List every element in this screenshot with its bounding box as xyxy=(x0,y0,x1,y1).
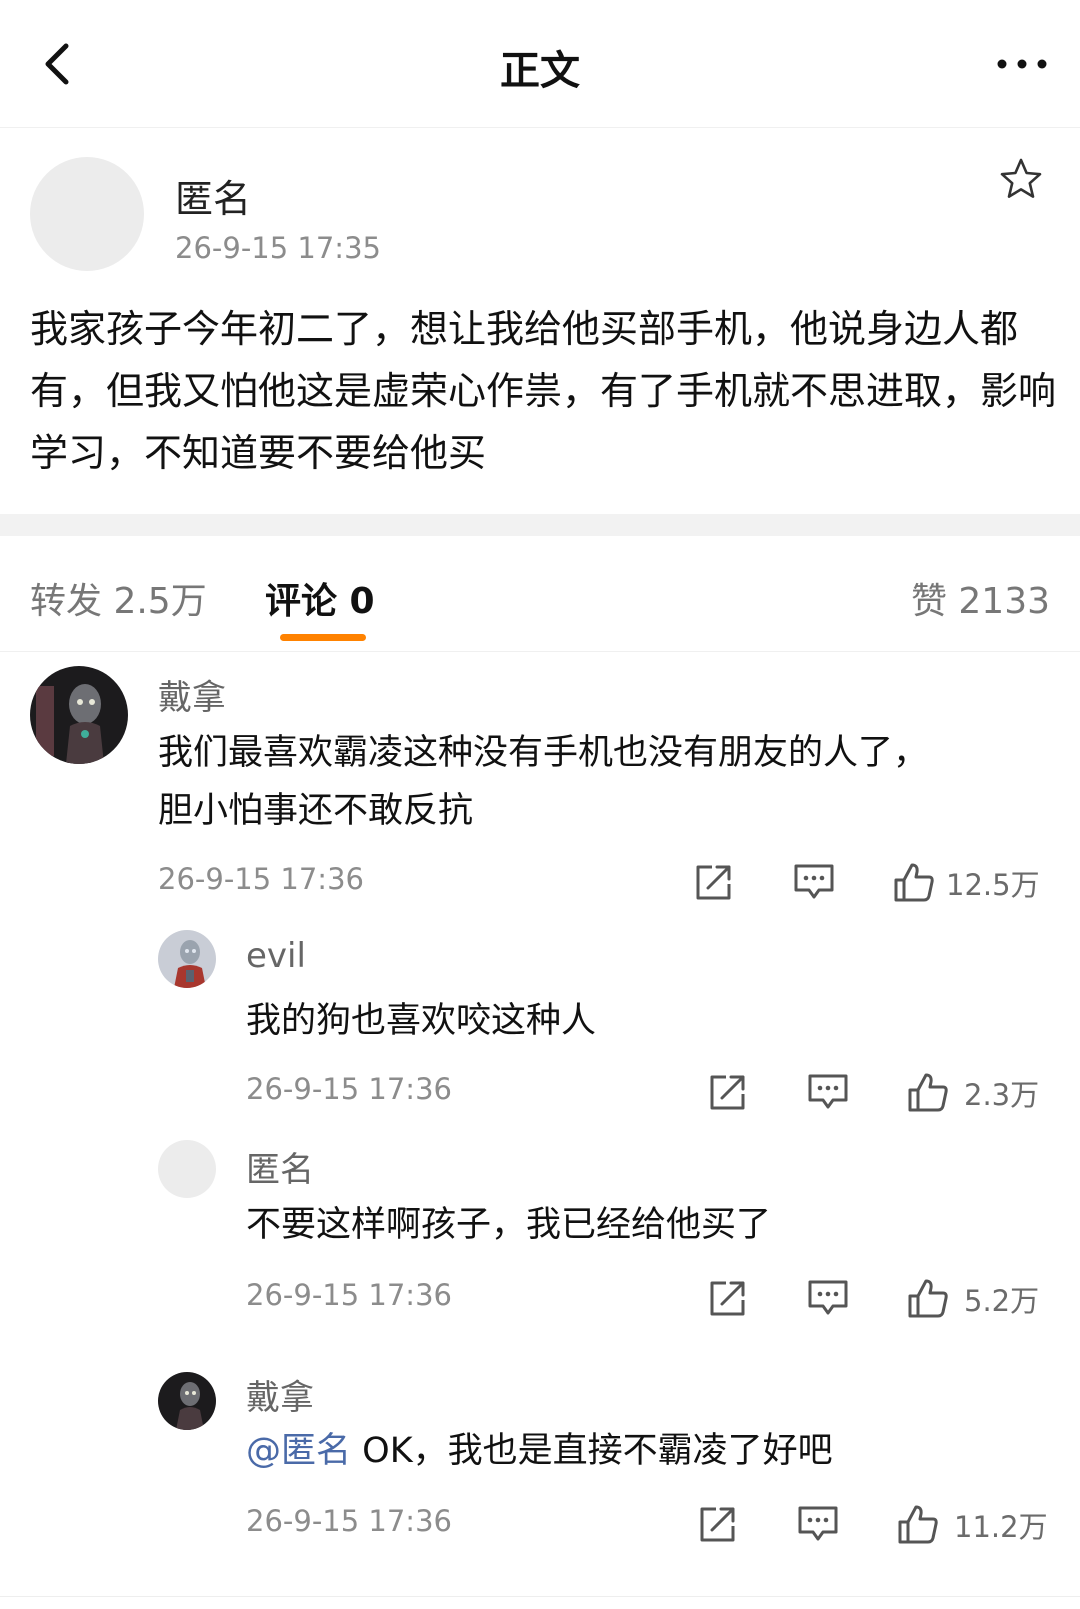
bottom-divider xyxy=(0,1596,1080,1597)
like-count: 5.2万 xyxy=(964,1284,1040,1318)
page-title: 正文 xyxy=(500,48,580,94)
comment-time: 26-9-15 17:36 xyxy=(158,862,364,896)
comment-time: 26-9-15 17:36 xyxy=(246,1072,452,1106)
thumbs-up-icon xyxy=(894,863,934,902)
post-time: 26-9-15 17:35 xyxy=(175,231,381,265)
comment-text: @匿名 OK，我也是直接不霸凌了好吧 xyxy=(246,1422,1046,1480)
thumbs-up-icon xyxy=(898,1505,938,1544)
share-button[interactable] xyxy=(706,1276,750,1320)
share-icon xyxy=(700,1507,735,1542)
avatar[interactable] xyxy=(30,666,128,764)
post-tabs: 转发 2.5万 评论 0 赞 2133 xyxy=(0,536,1080,652)
reply-item: evil 我的狗也喜欢咬这种人 26-9-15 17:36 2.3万 xyxy=(0,922,1080,1132)
reply-item: 匿名 不要这样啊孩子，我已经给他买了 26-9-15 17:36 5.2万 xyxy=(0,1132,1080,1340)
comment-time: 26-9-15 17:36 xyxy=(246,1504,452,1538)
comment-icon xyxy=(798,1506,838,1541)
comment-text-body: OK，我也是直接不霸凌了好吧 xyxy=(351,1431,833,1471)
reply-button[interactable] xyxy=(806,1276,850,1320)
comment-time: 26-9-15 17:36 xyxy=(246,1278,452,1312)
share-button[interactable] xyxy=(692,860,736,904)
active-tab-indicator xyxy=(280,634,366,641)
avatar-image xyxy=(30,666,128,764)
share-icon xyxy=(710,1281,745,1316)
like-count: 2.3万 xyxy=(964,1078,1040,1112)
post-author[interactable]: 匿名 xyxy=(175,168,251,223)
more-dots-icon xyxy=(997,59,1047,69)
reply-button[interactable] xyxy=(806,1070,850,1114)
post-body: 我家孩子今年初二了，想让我给他买部手机，他说身边人都有，但我又怕他这是虚荣心作祟… xyxy=(30,307,1057,475)
like-button[interactable] xyxy=(906,1276,950,1320)
like-button[interactable] xyxy=(896,1502,940,1546)
star-icon xyxy=(1000,158,1042,198)
tab-likes[interactable]: 赞 2133 xyxy=(911,572,1050,624)
avatar[interactable] xyxy=(158,930,216,988)
comment-author[interactable]: 戴拿 xyxy=(158,670,226,719)
avatar-image xyxy=(158,1372,216,1430)
comment-author[interactable]: 戴拿 xyxy=(246,1370,314,1419)
like-button[interactable] xyxy=(906,1070,950,1114)
tab-comments[interactable]: 评论 0 xyxy=(265,572,375,624)
comment-author[interactable]: evil xyxy=(246,936,306,976)
like-button[interactable] xyxy=(892,860,936,904)
share-icon xyxy=(696,865,731,900)
thumbs-up-icon xyxy=(908,1073,948,1112)
mention-link[interactable]: @匿名 xyxy=(246,1431,351,1471)
section-divider xyxy=(0,514,1080,536)
more-button[interactable] xyxy=(994,44,1050,84)
tab-repost[interactable]: 转发 2.5万 xyxy=(30,572,207,624)
reply-button[interactable] xyxy=(796,1502,840,1546)
comment-text: 我的狗也喜欢咬这种人 xyxy=(246,1001,597,1041)
comment-icon xyxy=(808,1074,848,1109)
comment-icon xyxy=(808,1280,848,1315)
reply-button[interactable] xyxy=(792,860,836,904)
thumbs-up-icon xyxy=(908,1279,948,1318)
share-button[interactable] xyxy=(696,1502,740,1546)
post-card: 匿名 26-9-15 17:35 我家孩子今年初二了，想让我给他买部手机，他说身… xyxy=(0,128,1080,514)
share-icon xyxy=(710,1075,745,1110)
avatar-image xyxy=(158,930,216,988)
comment-item: 戴拿 我们最喜欢霸凌这种没有手机也没有朋友的人了，胆小怕事还不敢反抗 26-9-… xyxy=(0,652,1080,922)
comment-author[interactable]: 匿名 xyxy=(246,1142,314,1191)
comment-text: 不要这样啊孩子，我已经给他买了 xyxy=(246,1205,772,1245)
avatar[interactable] xyxy=(158,1372,216,1430)
comment-icon xyxy=(794,864,834,899)
reply-item: 戴拿 @匿名 OK，我也是直接不霸凌了好吧 26-9-15 17:36 11.2… xyxy=(0,1340,1080,1570)
avatar[interactable] xyxy=(30,157,144,271)
share-button[interactable] xyxy=(706,1070,750,1114)
comment-text: 我们最喜欢霸凌这种没有手机也没有朋友的人了，胆小怕事还不敢反抗 xyxy=(158,733,929,831)
top-bar: 正文 xyxy=(0,0,1080,128)
favorite-button[interactable] xyxy=(998,156,1044,202)
like-count: 12.5万 xyxy=(946,868,1040,902)
avatar[interactable] xyxy=(158,1140,216,1198)
like-count: 11.2万 xyxy=(954,1510,1048,1544)
